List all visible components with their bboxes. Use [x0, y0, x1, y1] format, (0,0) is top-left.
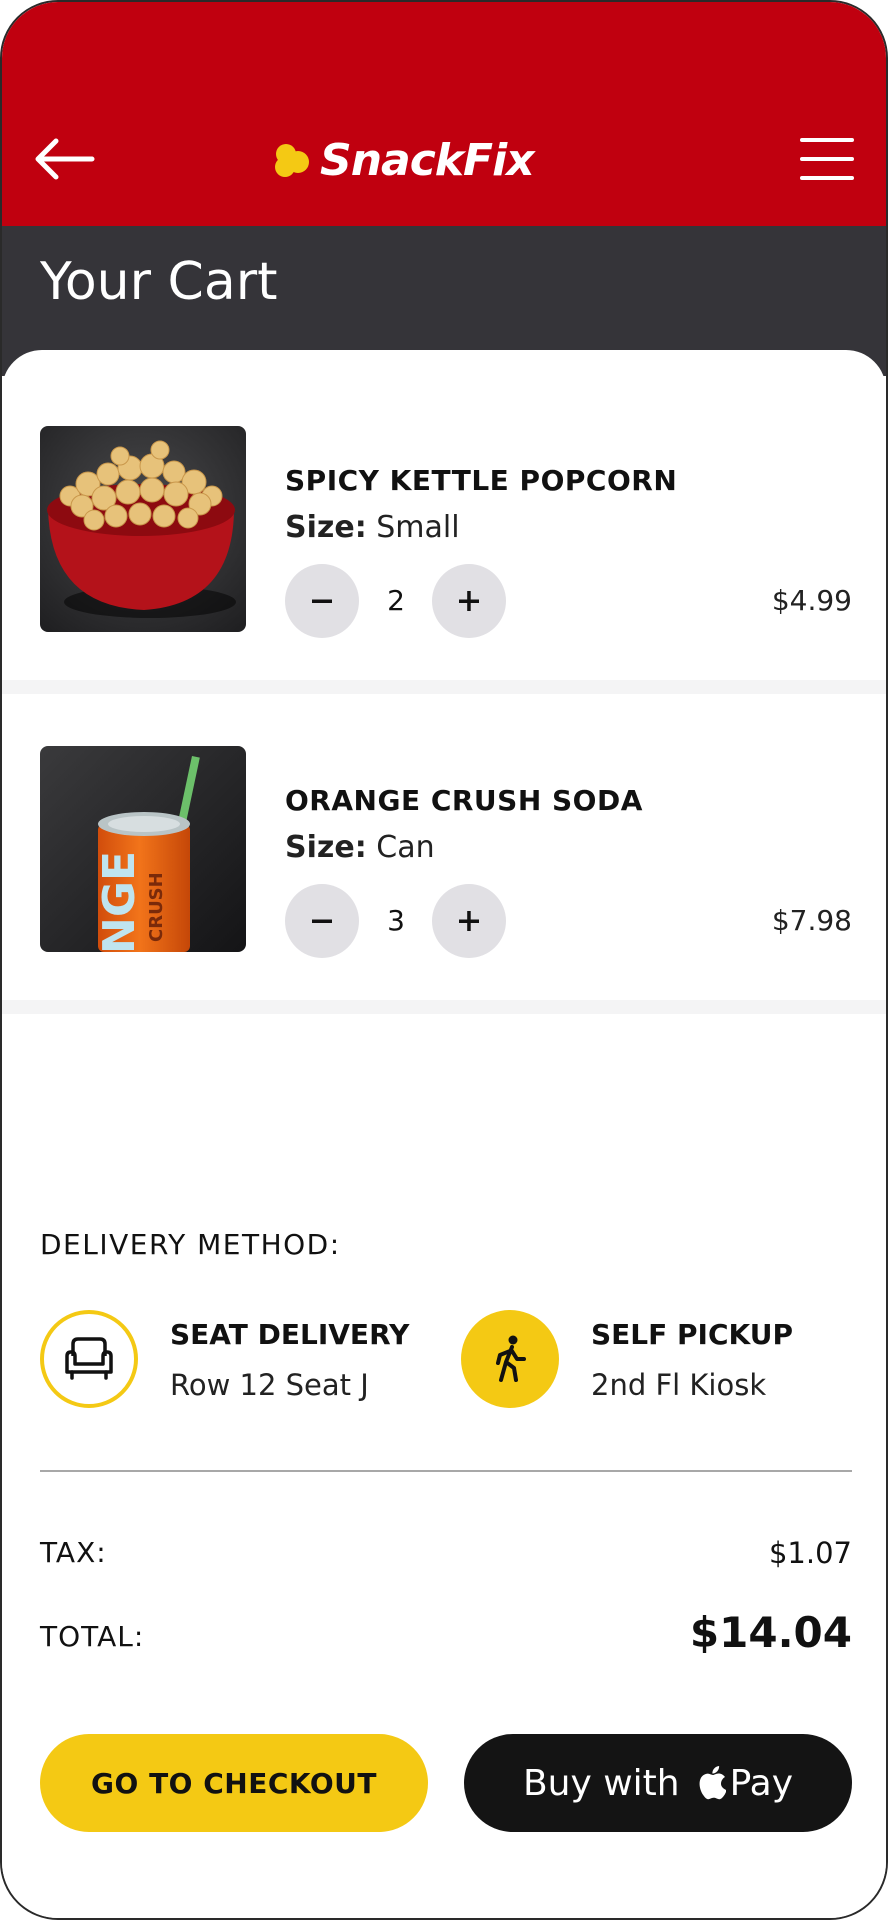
item-price: $4.99: [771, 584, 852, 617]
phone-frame: SnackFix Your Cart SPICY KETTLE POPCORN …: [0, 0, 888, 1920]
cart-item: NGE CRUSH ORANGE CRUSH SODA Size: Can 3 …: [2, 746, 886, 1000]
brand-name: SnackFix: [320, 134, 535, 186]
minus-icon: [312, 599, 332, 603]
option-title: SEAT DELIVERY: [170, 1318, 410, 1351]
quantity-value: 2: [387, 584, 405, 617]
menu-button[interactable]: [798, 136, 856, 182]
page-title: Your Cart: [40, 252, 278, 312]
minus-icon: [312, 919, 332, 923]
cart-content: SPICY KETTLE POPCORN Size: Small 2 $4.99: [2, 350, 886, 1918]
tax-value: $1.07: [768, 1536, 852, 1570]
decrease-quantity-button[interactable]: [285, 884, 359, 958]
can-label-large: NGE: [94, 851, 145, 952]
walking-person-icon: [496, 1335, 526, 1382]
checkout-button[interactable]: GO TO CHECKOUT: [40, 1734, 428, 1832]
option-title: SELF PICKUP: [591, 1318, 793, 1351]
checkout-button-label: GO TO CHECKOUT: [91, 1766, 377, 1800]
size-label: Size:: [285, 830, 367, 865]
item-size: Size: Small: [285, 510, 460, 545]
apple-pay-button[interactable]: Buy with Pay: [464, 1734, 852, 1832]
quantity-value: 3: [387, 904, 405, 937]
increase-quantity-button[interactable]: [432, 564, 506, 638]
total-value: $14.04: [689, 1608, 852, 1657]
arrow-left-icon: [35, 138, 95, 180]
plus-icon: [459, 911, 479, 931]
brand-logo: SnackFix: [272, 130, 535, 190]
popcorn-image: [40, 426, 246, 632]
apple-pay-suffix: Pay: [729, 1762, 794, 1804]
hamburger-menu-icon: [800, 138, 854, 180]
tax-label: TAX:: [40, 1536, 107, 1569]
size-label: Size:: [285, 510, 367, 545]
size-value: Small: [376, 510, 460, 545]
apple-logo-icon: [698, 1766, 726, 1800]
size-value: Can: [376, 830, 435, 865]
popcorn-logo-icon: [275, 144, 309, 177]
cart-item: SPICY KETTLE POPCORN Size: Small 2 $4.99: [2, 426, 886, 680]
divider: [2, 680, 886, 694]
walking-icon-circle: [461, 1310, 559, 1408]
decrease-quantity-button[interactable]: [285, 564, 359, 638]
item-name: SPICY KETTLE POPCORN: [285, 464, 678, 497]
divider: [2, 1000, 886, 1014]
app-header: SnackFix: [2, 2, 886, 226]
item-price: $7.98: [771, 904, 852, 937]
armchair-icon-circle: [40, 1310, 138, 1408]
option-subtitle: Row 12 Seat J: [170, 1368, 369, 1402]
back-button[interactable]: [32, 134, 96, 184]
option-subtitle: 2nd Fl Kiosk: [591, 1368, 767, 1402]
summary-divider: [40, 1470, 852, 1472]
can-label-small: CRUSH: [146, 872, 167, 942]
armchair-icon: [65, 1337, 113, 1380]
plus-icon: [459, 591, 479, 611]
item-name: ORANGE CRUSH SODA: [285, 784, 643, 817]
item-size: Size: Can: [285, 830, 435, 865]
increase-quantity-button[interactable]: [432, 884, 506, 958]
apple-pay-prefix: Buy with: [522, 1762, 680, 1804]
soda-can-image: NGE CRUSH: [40, 746, 246, 952]
total-label: TOTAL:: [40, 1620, 145, 1653]
delivery-method-label: DELIVERY METHOD:: [40, 1228, 341, 1261]
